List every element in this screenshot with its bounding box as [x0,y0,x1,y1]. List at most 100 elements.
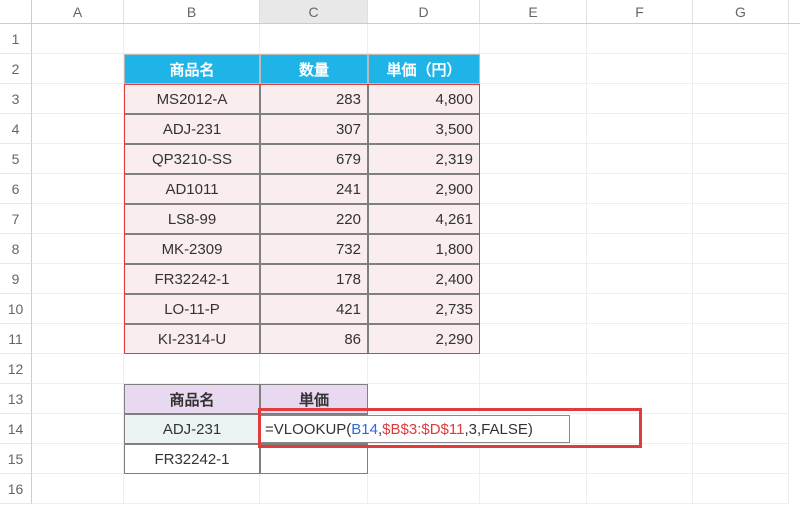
cell-E3[interactable] [480,84,587,114]
cell-E15[interactable] [480,444,587,474]
cell-E6[interactable] [480,174,587,204]
cell-D16[interactable] [368,474,480,504]
cell-A10[interactable] [32,294,124,324]
cell-F15[interactable] [587,444,693,474]
cell-D12[interactable] [368,354,480,384]
row-header-12[interactable]: 12 [0,354,32,384]
cell-G6[interactable] [693,174,789,204]
row-header-10[interactable]: 10 [0,294,32,324]
cell-A12[interactable] [32,354,124,384]
table-row[interactable]: 2,735 [368,294,480,324]
table-row[interactable]: 4,261 [368,204,480,234]
table-row[interactable]: 241 [260,174,368,204]
row-header-7[interactable]: 7 [0,204,32,234]
table-row[interactable]: LO-11-P [124,294,260,324]
table-row[interactable]: 4,800 [368,84,480,114]
cell-G7[interactable] [693,204,789,234]
cell-B16[interactable] [124,474,260,504]
cell-C1[interactable] [260,24,368,54]
table-row[interactable]: FR32242-1 [124,264,260,294]
cell-G5[interactable] [693,144,789,174]
table-header-price[interactable]: 単価（円） [368,54,480,84]
col-header-F[interactable]: F [587,0,693,23]
row-header-1[interactable]: 1 [0,24,32,54]
table-row[interactable]: 2,319 [368,144,480,174]
table-row[interactable]: 178 [260,264,368,294]
cell-G12[interactable] [693,354,789,384]
table-row[interactable]: 3,500 [368,114,480,144]
table-row[interactable]: 679 [260,144,368,174]
lookup-name-2[interactable]: FR32242-1 [124,444,260,474]
cell-A1[interactable] [32,24,124,54]
cell-G10[interactable] [693,294,789,324]
table-row[interactable]: 2,290 [368,324,480,354]
col-header-G[interactable]: G [693,0,789,23]
table-row[interactable]: 421 [260,294,368,324]
col-header-E[interactable]: E [480,0,587,23]
cell-A4[interactable] [32,114,124,144]
grid[interactable]: 商品名 数量 単価（円） MS2012-A 283 4,800 ADJ-23 [32,24,789,504]
lookup-name-1[interactable]: ADJ-231 [124,414,260,444]
cell-F3[interactable] [587,84,693,114]
row-header-4[interactable]: 4 [0,114,32,144]
table-row[interactable]: MS2012-A [124,84,260,114]
table-row[interactable]: 1,800 [368,234,480,264]
col-header-B[interactable]: B [124,0,260,23]
cell-D1[interactable] [368,24,480,54]
cell-E13[interactable] [480,384,587,414]
row-header-13[interactable]: 13 [0,384,32,414]
cell-A8[interactable] [32,234,124,264]
cell-G2[interactable] [693,54,789,84]
cell-A13[interactable] [32,384,124,414]
cell-E7[interactable] [480,204,587,234]
table-row[interactable]: 220 [260,204,368,234]
cell-F12[interactable] [587,354,693,384]
lookup-header-name[interactable]: 商品名 [124,384,260,414]
cell-E10[interactable] [480,294,587,324]
cell-A11[interactable] [32,324,124,354]
cell-E12[interactable] [480,354,587,384]
cell-E5[interactable] [480,144,587,174]
row-header-6[interactable]: 6 [0,174,32,204]
cell-F11[interactable] [587,324,693,354]
table-row[interactable]: AD1011 [124,174,260,204]
cell-A5[interactable] [32,144,124,174]
cell-E8[interactable] [480,234,587,264]
cell-F9[interactable] [587,264,693,294]
cell-G14[interactable] [693,414,789,444]
cell-G8[interactable] [693,234,789,264]
cell-G1[interactable] [693,24,789,54]
cell-A9[interactable] [32,264,124,294]
cell-A16[interactable] [32,474,124,504]
cell-F10[interactable] [587,294,693,324]
cell-F2[interactable] [587,54,693,84]
table-row[interactable]: KI-2314-U [124,324,260,354]
cell-A6[interactable] [32,174,124,204]
table-header-name[interactable]: 商品名 [124,54,260,84]
cell-A15[interactable] [32,444,124,474]
table-row[interactable]: LS8-99 [124,204,260,234]
table-row[interactable]: QP3210-SS [124,144,260,174]
lookup-price-2[interactable] [260,444,368,474]
cell-G11[interactable] [693,324,789,354]
row-header-8[interactable]: 8 [0,234,32,264]
cell-F14[interactable] [587,414,693,444]
cell-F4[interactable] [587,114,693,144]
row-header-3[interactable]: 3 [0,84,32,114]
cell-G16[interactable] [693,474,789,504]
cell-B1[interactable] [124,24,260,54]
table-row[interactable]: 732 [260,234,368,264]
table-row[interactable]: 283 [260,84,368,114]
table-row[interactable]: 2,900 [368,174,480,204]
table-row[interactable]: MK-2309 [124,234,260,264]
row-header-16[interactable]: 16 [0,474,32,504]
row-header-15[interactable]: 15 [0,444,32,474]
cell-F13[interactable] [587,384,693,414]
cell-F7[interactable] [587,204,693,234]
col-header-A[interactable]: A [32,0,124,23]
cell-F5[interactable] [587,144,693,174]
cell-E16[interactable] [480,474,587,504]
cell-G13[interactable] [693,384,789,414]
cell-E2[interactable] [480,54,587,84]
cell-F1[interactable] [587,24,693,54]
